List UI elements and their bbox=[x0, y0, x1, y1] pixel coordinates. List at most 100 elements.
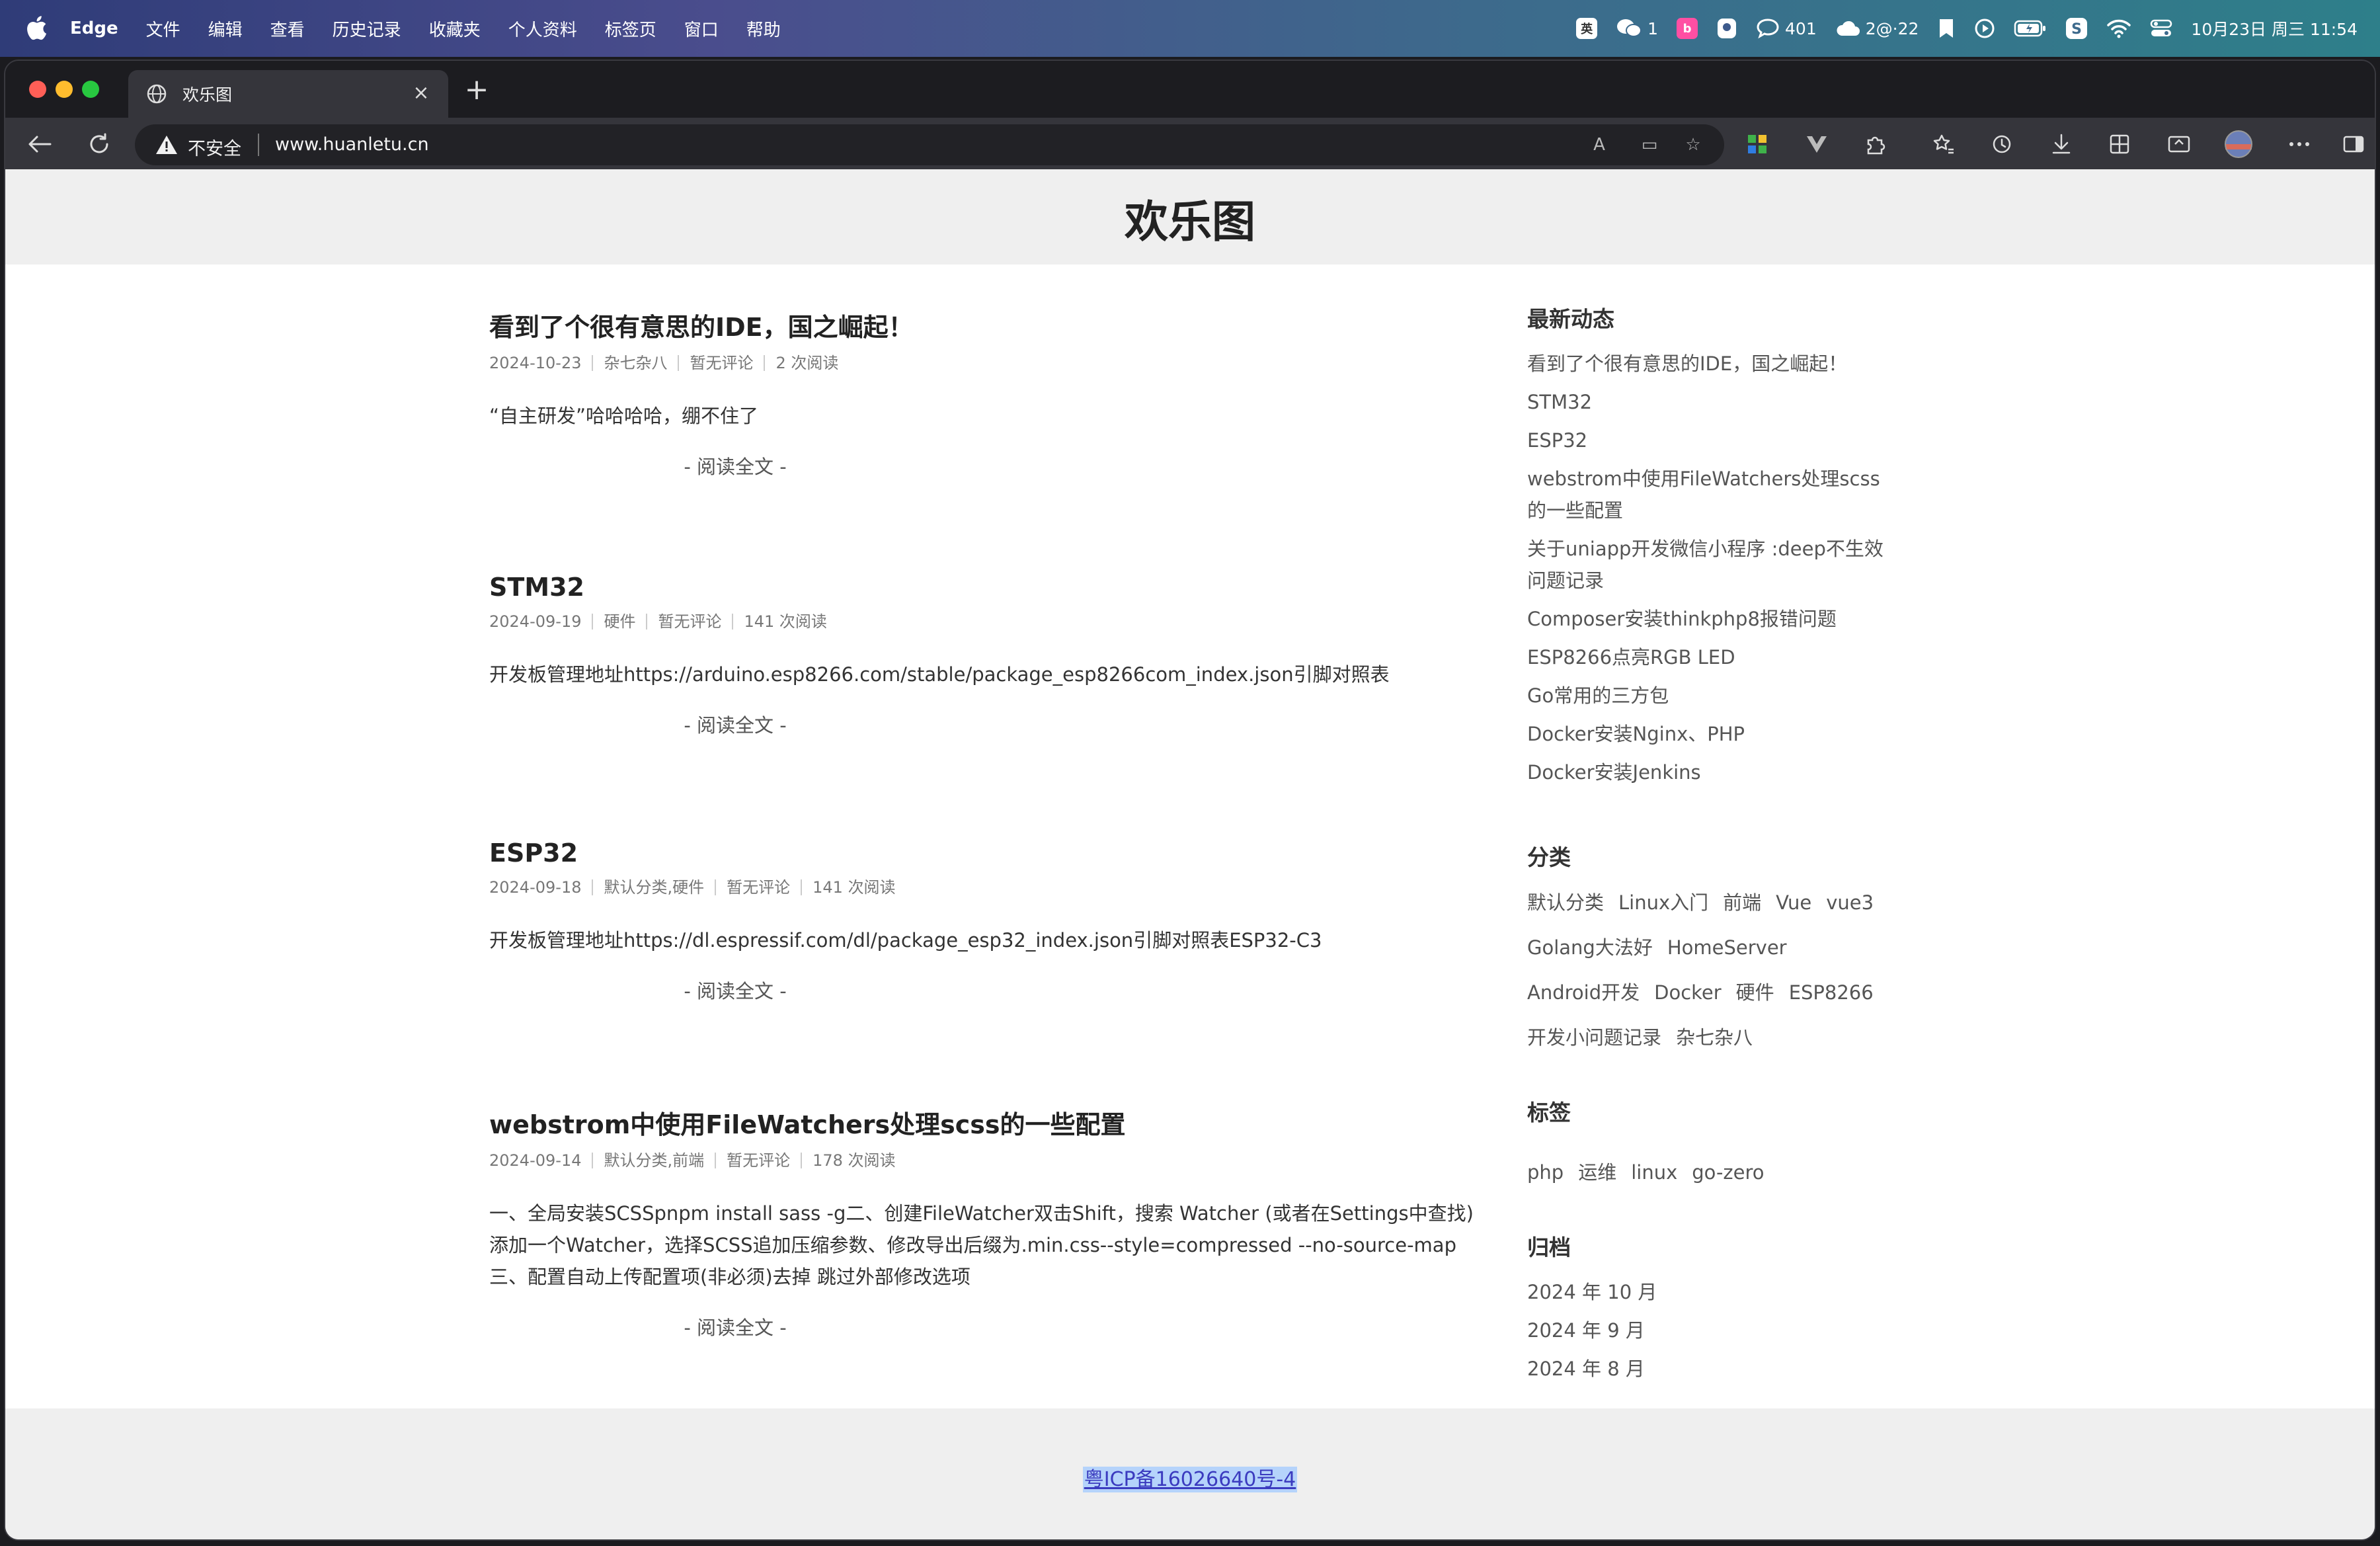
favorite-star-icon[interactable]: ☆ bbox=[1682, 134, 1704, 156]
recent-post-link[interactable]: Docker安装Jenkins bbox=[1527, 756, 1701, 788]
extensions-puzzle-icon[interactable] bbox=[1860, 130, 1889, 159]
wechat-status[interactable]: 1 bbox=[1616, 17, 1658, 40]
icp-link[interactable]: 粤ICP备16026640号-4 bbox=[1082, 1467, 1298, 1492]
menu-view[interactable]: 查看 bbox=[270, 17, 305, 41]
recent-post-link[interactable]: Composer安装thinkphp8报错问题 bbox=[1527, 603, 1837, 635]
s-app-icon[interactable]: S bbox=[2065, 17, 2088, 40]
reload-button[interactable] bbox=[85, 130, 114, 159]
favorites-icon[interactable] bbox=[1929, 130, 1958, 159]
category-link[interactable]: Android开发 bbox=[1527, 981, 1640, 1004]
clock-datetime[interactable]: 10月23日 周三 11:54 bbox=[2191, 17, 2358, 40]
category-link[interactable]: vue3 bbox=[1826, 891, 1874, 914]
category-link[interactable]: ESP8266 bbox=[1789, 981, 1874, 1004]
back-button[interactable] bbox=[25, 130, 54, 159]
sidebar-toggle-icon[interactable] bbox=[2339, 130, 2368, 159]
window-zoom-button[interactable] bbox=[82, 81, 99, 98]
post-category[interactable]: 默认分类,前端 bbox=[592, 1153, 715, 1168]
post-title[interactable]: ESP32 bbox=[489, 838, 1481, 868]
tag-link[interactable]: linux bbox=[1631, 1161, 1677, 1184]
recent-post-link[interactable]: Docker安装Nginx、PHP bbox=[1527, 718, 1745, 750]
category-link[interactable]: 前端 bbox=[1723, 891, 1761, 914]
category-link[interactable]: Linux入门 bbox=[1618, 891, 1708, 914]
b-app-icon[interactable]: b bbox=[1677, 18, 1698, 39]
read-more-link[interactable]: - 阅读全文 - bbox=[489, 976, 981, 1004]
menu-app-name[interactable]: Edge bbox=[70, 19, 118, 38]
warning-icon[interactable] bbox=[155, 134, 178, 156]
post-title[interactable]: webstrom中使用FileWatchers处理scss的一些配置 bbox=[489, 1104, 1481, 1141]
post-comments[interactable]: 暂无评论 bbox=[715, 879, 801, 895]
play-status-icon[interactable] bbox=[1974, 18, 1995, 39]
category-link[interactable]: Docker bbox=[1654, 981, 1722, 1004]
security-label[interactable]: 不安全 bbox=[188, 134, 241, 160]
tag-link[interactable]: go-zero bbox=[1692, 1161, 1764, 1184]
menu-window[interactable]: 窗口 bbox=[684, 17, 719, 41]
recent-post-link[interactable]: webstrom中使用FileWatchers处理scss bbox=[1527, 463, 1880, 495]
tag-link[interactable]: 运维 bbox=[1578, 1161, 1616, 1184]
battery-icon[interactable] bbox=[2014, 19, 2047, 38]
address-bar[interactable]: 不安全 www.huanletu.cn A ▭ ☆ bbox=[135, 124, 1724, 165]
post-comments[interactable]: 暂无评论 bbox=[678, 355, 764, 371]
map-pin-status-icon[interactable] bbox=[1716, 17, 1737, 40]
read-more-link[interactable]: - 阅读全文 - bbox=[489, 710, 981, 738]
read-more-link[interactable]: - 阅读全文 - bbox=[489, 452, 981, 479]
extension-grid-icon[interactable] bbox=[1743, 130, 1772, 159]
category-link[interactable]: Vue bbox=[1776, 891, 1811, 914]
menu-favorites[interactable]: 收藏夹 bbox=[429, 17, 481, 41]
tag-link[interactable]: php bbox=[1527, 1161, 1564, 1184]
category-link[interactable]: HomeServer bbox=[1667, 936, 1787, 959]
input-method-icon[interactable]: 英 bbox=[1576, 18, 1598, 39]
recent-post-link[interactable]: STM32 bbox=[1527, 386, 1592, 418]
chat-status[interactable]: 401 bbox=[1756, 18, 1817, 39]
downloads-icon[interactable] bbox=[2047, 130, 2076, 159]
category-link[interactable]: Golang大法好 bbox=[1527, 936, 1653, 959]
archive-link[interactable]: 2024 年 9 月 bbox=[1527, 1315, 1645, 1346]
new-tab-button[interactable]: + bbox=[461, 75, 492, 106]
post-category[interactable]: 硬件 bbox=[592, 614, 646, 630]
post-category[interactable]: 默认分类,硬件 bbox=[592, 879, 715, 895]
recent-post-link-cont[interactable]: 的一些配置 bbox=[1527, 495, 1623, 526]
recent-post-link[interactable]: ESP32 bbox=[1527, 425, 1587, 456]
category-link[interactable]: 硬件 bbox=[1736, 981, 1774, 1004]
history-icon[interactable] bbox=[1987, 130, 2016, 159]
menu-tabs[interactable]: 标签页 bbox=[605, 17, 656, 41]
recent-post-link[interactable]: ESP8266点亮RGB LED bbox=[1527, 641, 1735, 673]
post-category[interactable]: 杂七杂八 bbox=[592, 355, 678, 371]
post-comments[interactable]: 暂无评论 bbox=[715, 1153, 801, 1168]
collections-icon[interactable] bbox=[2105, 130, 2134, 159]
cloud-status[interactable]: 2@·22 bbox=[1835, 19, 1919, 38]
more-options-icon[interactable] bbox=[2285, 130, 2314, 159]
profile-avatar[interactable] bbox=[2224, 130, 2253, 159]
archive-link[interactable]: 2024 年 10 月 bbox=[1527, 1276, 1657, 1308]
apple-menu-icon[interactable] bbox=[24, 14, 48, 42]
archive-link[interactable]: 2024 年 8 月 bbox=[1527, 1353, 1645, 1385]
recent-post-link[interactable]: 看到了个很有意思的IDE，国之崛起！ bbox=[1527, 348, 1847, 380]
tab-active[interactable]: 欢乐图 × bbox=[128, 70, 448, 118]
url-text[interactable]: www.huanletu.cn bbox=[275, 134, 429, 155]
immersive-reader-icon[interactable]: ▭ bbox=[1638, 134, 1661, 156]
menu-profile[interactable]: 个人资料 bbox=[508, 17, 577, 41]
menu-edit[interactable]: 编辑 bbox=[208, 17, 243, 41]
post-title[interactable]: STM32 bbox=[489, 573, 1481, 602]
site-title[interactable]: 欢乐图 bbox=[5, 186, 2375, 250]
window-minimize-button[interactable] bbox=[56, 81, 73, 98]
recent-post-link[interactable]: Go常用的三方包 bbox=[1527, 680, 1669, 712]
control-center-icon[interactable] bbox=[2150, 19, 2172, 38]
window-close-button[interactable] bbox=[29, 81, 46, 98]
category-link[interactable]: 默认分类 bbox=[1527, 891, 1604, 914]
read-aloud-icon[interactable]: A bbox=[1588, 134, 1610, 156]
menu-help[interactable]: 帮助 bbox=[746, 17, 781, 41]
bookmark-status-icon[interactable] bbox=[1937, 18, 1956, 39]
wifi-icon[interactable] bbox=[2106, 19, 2131, 38]
category-link[interactable]: 杂七杂八 bbox=[1676, 1026, 1753, 1049]
tab-close-icon[interactable]: × bbox=[410, 82, 432, 104]
post-title[interactable]: 看到了个很有意思的IDE，国之崛起！ bbox=[489, 307, 1481, 343]
recent-post-link[interactable]: 关于uniapp开发微信小程序 :deep不生效 bbox=[1527, 533, 1884, 565]
vue-devtools-icon[interactable] bbox=[1802, 130, 1831, 159]
read-more-link[interactable]: - 阅读全文 - bbox=[489, 1313, 981, 1340]
category-link[interactable]: 开发小问题记录 bbox=[1527, 1026, 1661, 1049]
recent-post-link-cont[interactable]: 问题记录 bbox=[1527, 565, 1604, 596]
menu-file[interactable]: 文件 bbox=[146, 17, 180, 41]
screenshot-icon[interactable] bbox=[2164, 130, 2194, 159]
post-comments[interactable]: 暂无评论 bbox=[646, 614, 732, 630]
menu-history[interactable]: 历史记录 bbox=[333, 17, 401, 41]
